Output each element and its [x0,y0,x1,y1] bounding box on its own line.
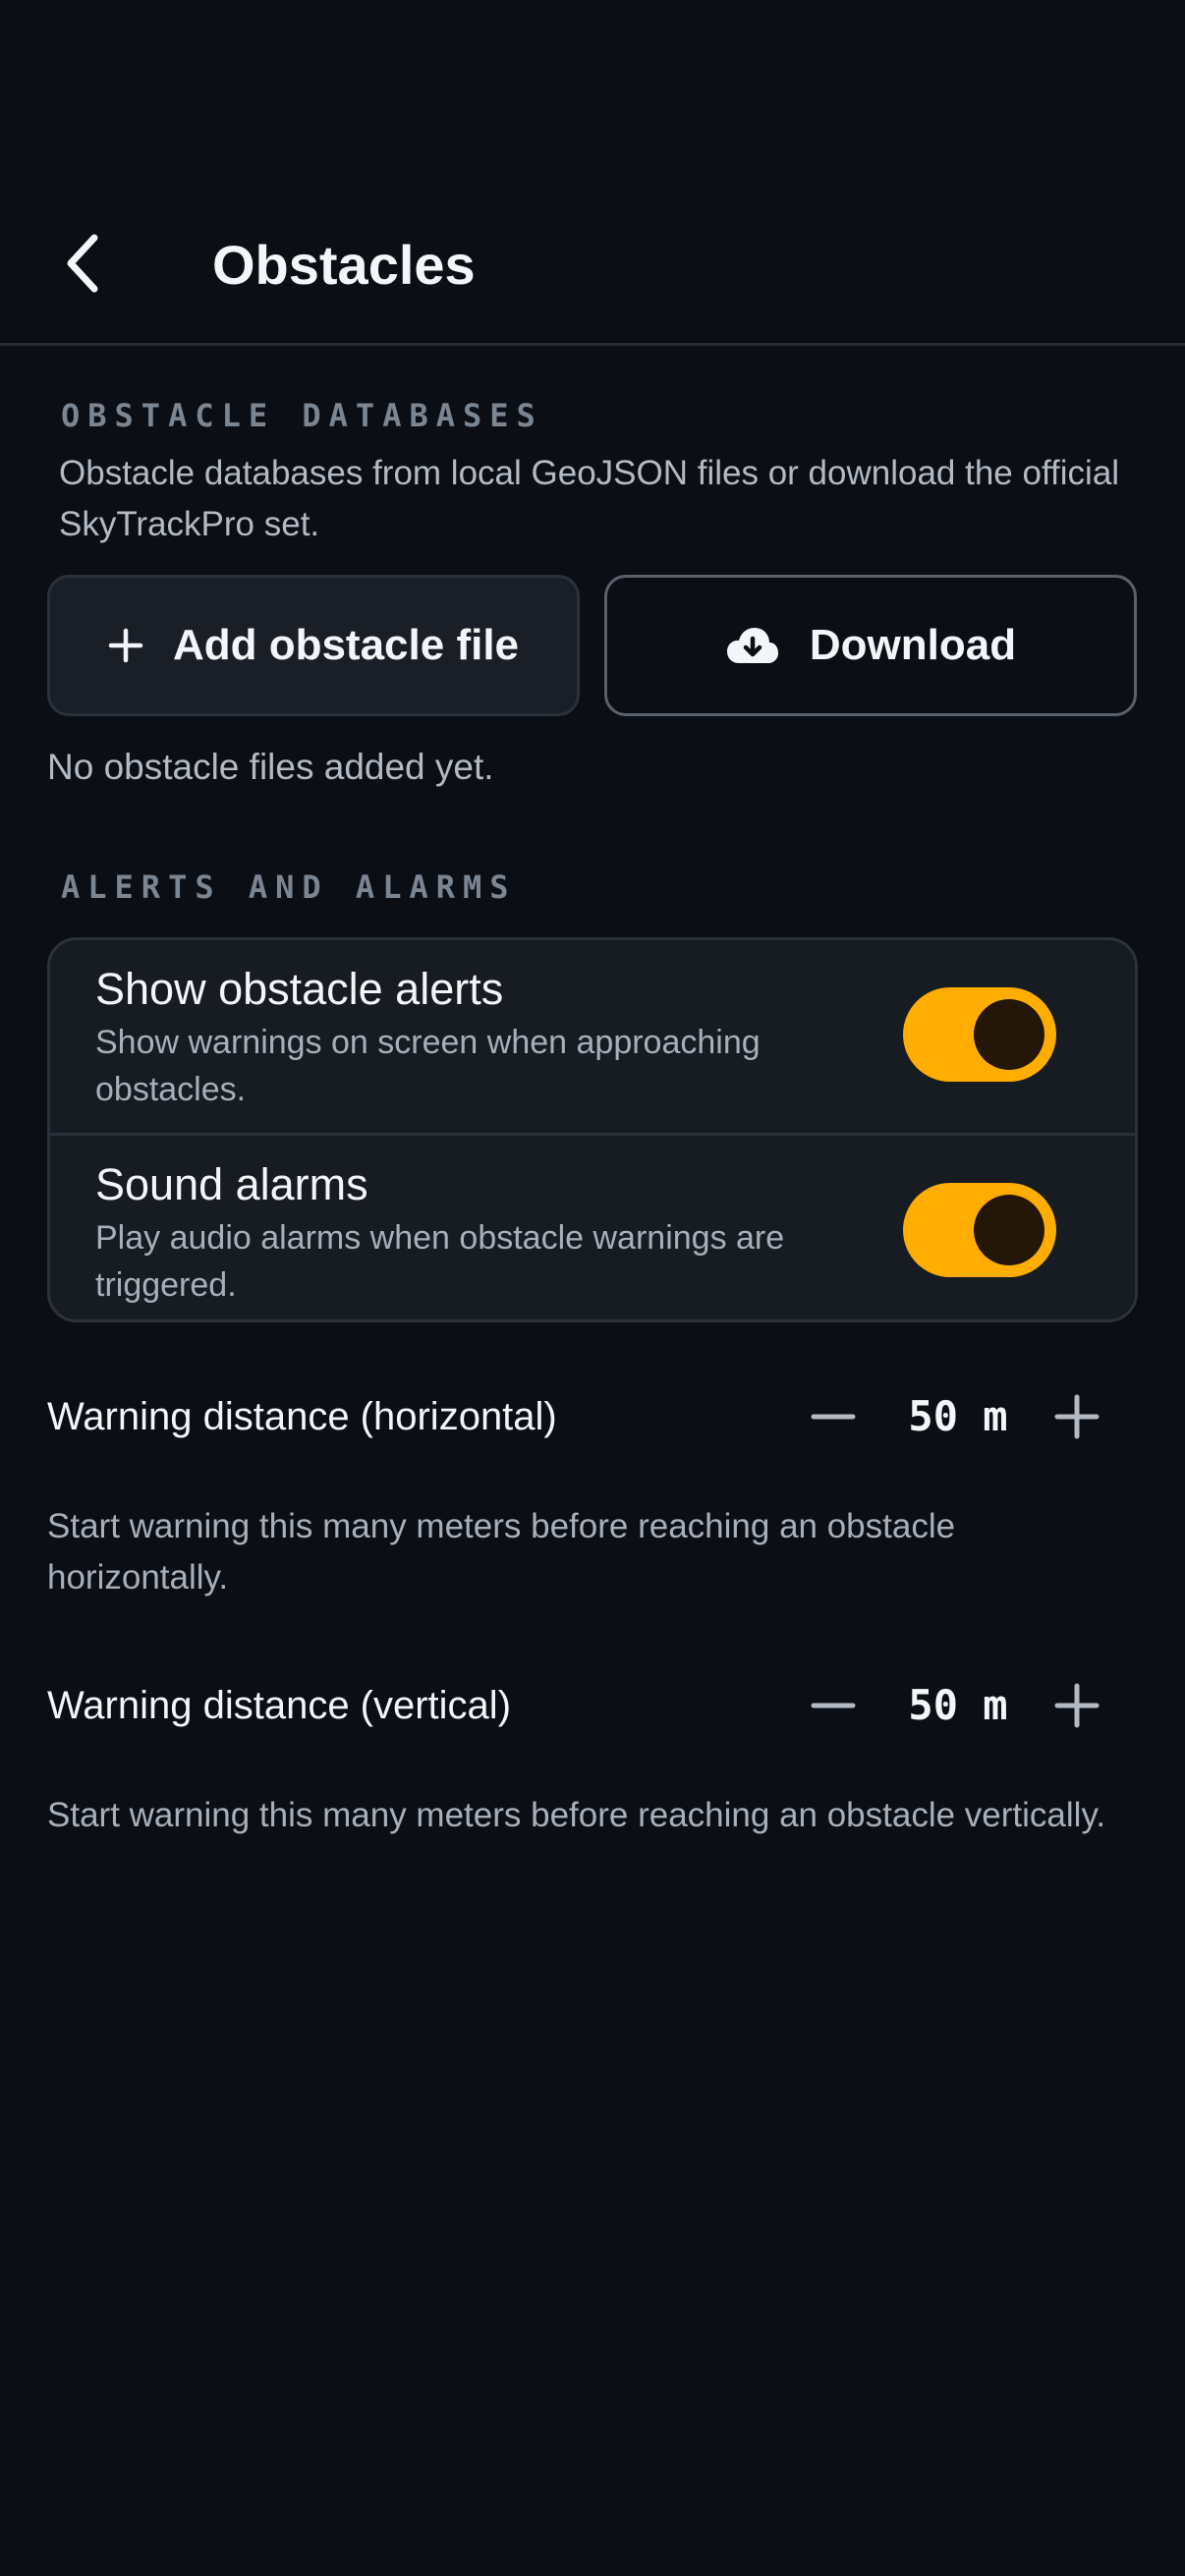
stepper-label: Warning distance (horizontal) [47,1395,557,1438]
show-obstacle-alerts-toggle[interactable] [903,987,1056,1082]
alerts-card: Show obstacle alerts Show warnings on sc… [47,937,1138,1322]
decrease-vertical-button[interactable] [796,1668,871,1743]
download-label: Download [809,621,1017,669]
section-description: Obstacle databases from local GeoJSON fi… [59,454,1120,543]
plus-icon [1054,1683,1100,1728]
empty-state-text: No obstacle files added yet. [47,747,494,787]
row-description: Play audio alarms when obstacle warnings… [95,1219,785,1304]
warning-distance-vertical-stepper: Warning distance (vertical) 50 m [47,1668,1138,1747]
row-description: Show warnings on screen when approaching… [95,1024,761,1108]
row-title: Show obstacle alerts [95,964,504,1014]
toggle-knob [974,999,1044,1070]
cloud-download-icon [725,626,780,665]
sound-alarms-toggle[interactable] [903,1183,1056,1277]
plus-icon [1054,1394,1100,1439]
row-title: Sound alarms [95,1159,368,1209]
horizontal-distance-value: 50 m [908,1392,1008,1440]
toggle-knob [974,1195,1044,1265]
page-title: Obstacles [212,234,476,296]
sound-alarms-row: Sound alarms Play audio alarms when obst… [50,1133,1135,1319]
add-obstacle-file-button[interactable]: Add obstacle file [47,575,580,716]
decrease-horizontal-button[interactable] [796,1379,871,1454]
download-button[interactable]: Download [604,575,1137,716]
plus-icon [108,628,143,663]
top-bar: Obstacles [0,0,1185,346]
vertical-distance-description: Start warning this many meters before re… [47,1796,1106,1834]
back-button[interactable] [51,224,114,303]
increase-vertical-button[interactable] [1040,1668,1114,1743]
minus-icon [811,1414,856,1420]
section-label-alerts-and-alarms: ALERTS AND ALARMS [61,868,517,906]
chevron-left-icon [67,234,98,293]
show-obstacle-alerts-row: Show obstacle alerts Show warnings on sc… [50,940,1135,1133]
add-obstacle-file-label: Add obstacle file [172,621,520,669]
vertical-distance-value: 50 m [908,1681,1008,1729]
section-label-obstacle-databases: OBSTACLE DATABASES [61,397,543,434]
stepper-label: Warning distance (vertical) [47,1684,512,1727]
warning-distance-horizontal-stepper: Warning distance (horizontal) 50 m [47,1379,1138,1458]
minus-icon [811,1703,856,1708]
increase-horizontal-button[interactable] [1040,1379,1114,1454]
horizontal-distance-description: Start warning this many meters before re… [47,1507,956,1596]
